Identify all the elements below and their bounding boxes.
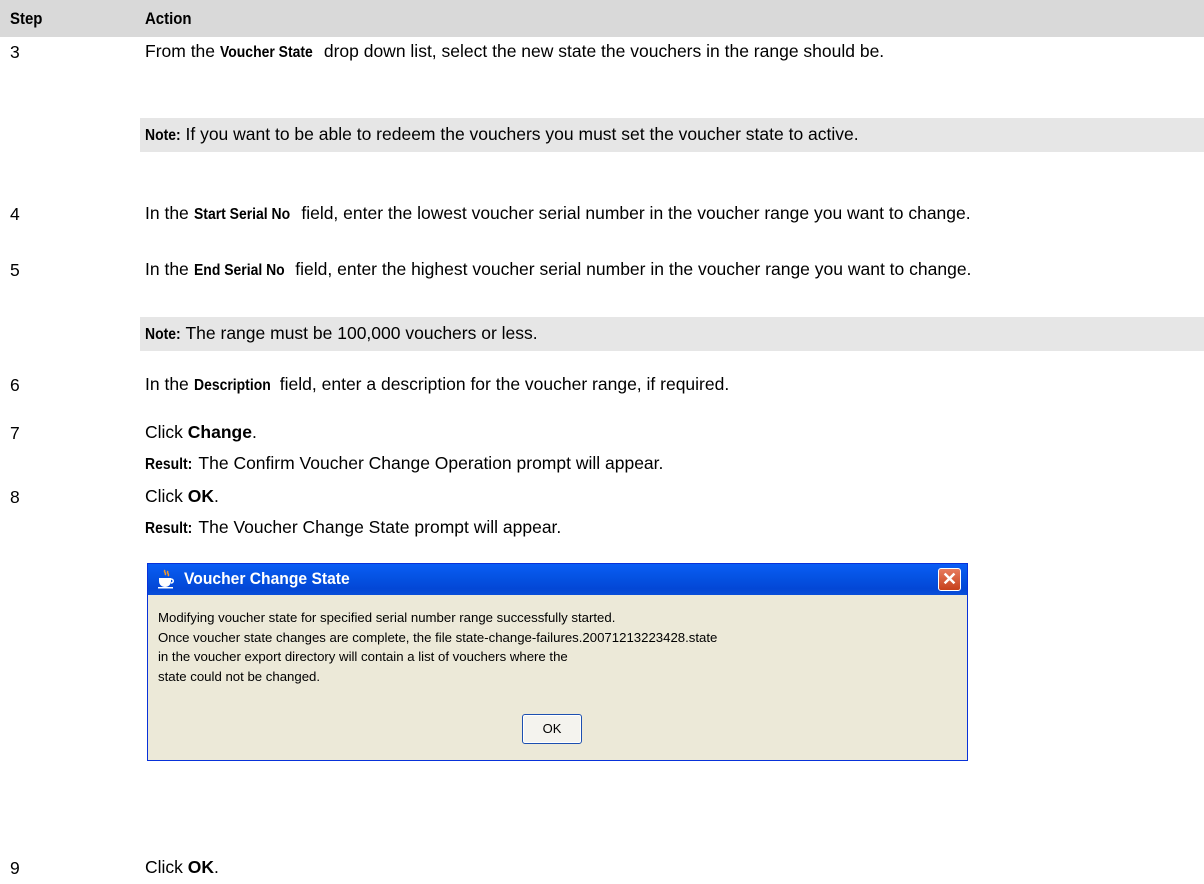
result-text: Result: The Confirm Voucher Change Opera… bbox=[145, 450, 1195, 478]
field-label: Voucher State bbox=[219, 44, 313, 61]
step-text: In the End Serial No field, enter the hi… bbox=[145, 256, 1195, 284]
step-number: 5 bbox=[10, 260, 20, 280]
result-label: Result: bbox=[145, 456, 193, 473]
java-cup-icon bbox=[156, 569, 176, 589]
note-box: Note: The range must be 100,000 vouchers… bbox=[140, 317, 1204, 351]
result-text: Result: The Voucher Change State prompt … bbox=[145, 514, 1195, 542]
step-number: 9 bbox=[10, 858, 20, 878]
step-number: 6 bbox=[10, 375, 20, 395]
field-label: Start Serial No bbox=[193, 206, 290, 223]
step-text: Click OK. bbox=[145, 857, 219, 877]
column-header-step: Step bbox=[10, 9, 43, 28]
voucher-change-state-dialog: Voucher Change State ✕ Modifying voucher… bbox=[147, 563, 968, 761]
dialog-titlebar[interactable]: Voucher Change State ✕ bbox=[148, 564, 967, 595]
note-label: Note: bbox=[145, 326, 181, 343]
message-line: Once voucher state changes are complete,… bbox=[158, 629, 718, 645]
step-text: In the Start Serial No field, enter the … bbox=[145, 200, 1195, 228]
message-line: in the voucher export directory will con… bbox=[158, 649, 568, 664]
step-text: Click Change. bbox=[145, 422, 257, 442]
field-label: End Serial No bbox=[193, 262, 285, 279]
message-line: state could not be changed. bbox=[158, 668, 321, 684]
step-number: 8 bbox=[10, 487, 20, 507]
step-number: 4 bbox=[10, 204, 20, 224]
column-header-action: Action bbox=[145, 9, 192, 28]
step-text: Click OK. bbox=[145, 486, 219, 506]
table-header: Step Action bbox=[0, 0, 1204, 37]
result-label: Result: bbox=[145, 520, 193, 537]
note-box: Note: If you want to be able to redeem t… bbox=[140, 118, 1204, 152]
close-icon[interactable]: ✕ bbox=[938, 568, 961, 591]
step-number: 3 bbox=[10, 42, 20, 62]
field-label: Description bbox=[193, 377, 271, 394]
dialog-message: Modifying voucher state for specified se… bbox=[158, 608, 958, 686]
ok-button[interactable]: OK bbox=[522, 714, 582, 744]
dialog-title: Voucher Change State bbox=[184, 569, 350, 588]
step-text: From the Voucher State drop down list, s… bbox=[145, 38, 1195, 66]
step-text: In the Description field, enter a descri… bbox=[145, 371, 1195, 399]
message-line: Modifying voucher state for specified se… bbox=[158, 610, 616, 625]
step-number: 7 bbox=[10, 423, 20, 443]
note-label: Note: bbox=[145, 127, 181, 144]
